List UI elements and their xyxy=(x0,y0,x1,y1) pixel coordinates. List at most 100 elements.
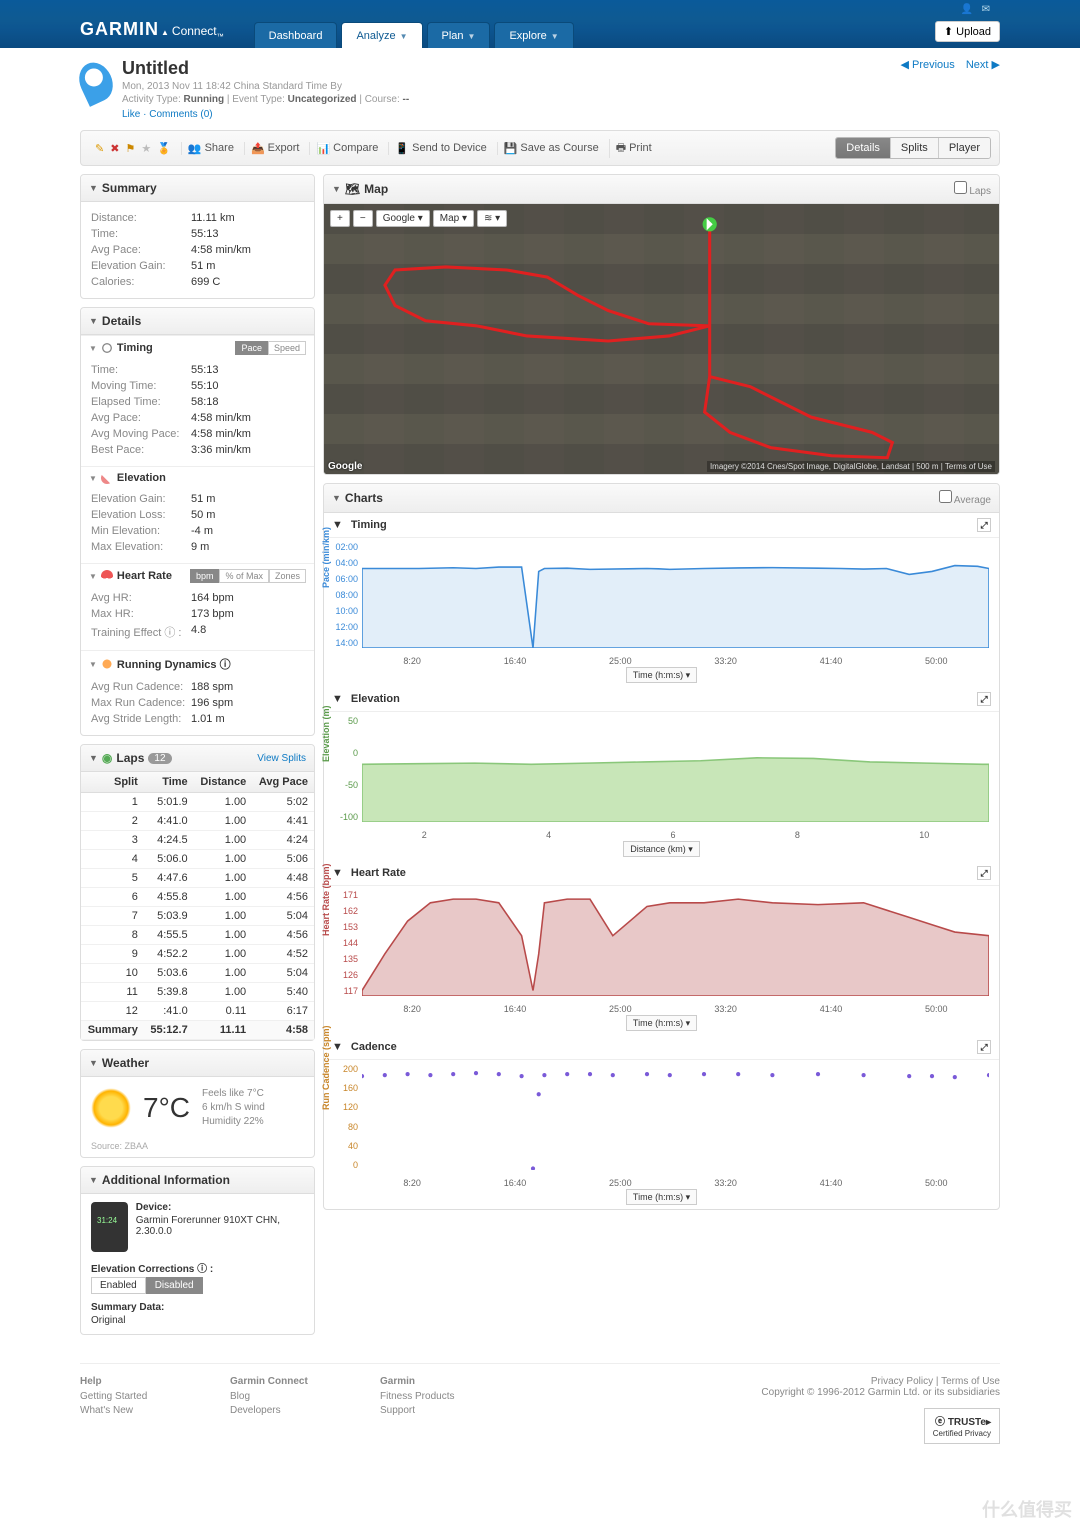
nav-explore[interactable]: Explore▼ xyxy=(494,22,573,48)
footer-help[interactable]: Help xyxy=(80,1376,230,1387)
badge-icon[interactable]: 🏅 xyxy=(157,142,171,155)
laps-col-header[interactable]: Avg Pace xyxy=(252,772,314,793)
lap-row[interactable]: 45:06.01.005:06 xyxy=(81,850,314,869)
zones-tab[interactable]: Zones xyxy=(269,569,306,583)
map-type-button[interactable]: Map ▾ xyxy=(433,210,474,227)
bpm-tab[interactable]: bpm xyxy=(190,569,220,583)
flag-icon[interactable]: ⚑ xyxy=(125,142,135,155)
footer-whats-new[interactable]: What's New xyxy=(80,1405,230,1416)
stat-label: Elevation Loss: xyxy=(91,509,191,521)
map-icon: 🗺 xyxy=(345,182,360,196)
lap-row[interactable]: 84:55.51.004:56 xyxy=(81,926,314,945)
nav-analyze[interactable]: Analyze▼ xyxy=(341,22,422,48)
lap-row[interactable]: 15:01.91.005:02 xyxy=(81,793,314,812)
zoom-out-button[interactable]: − xyxy=(353,210,373,227)
chart-header[interactable]: ▼ Heart Rate⤢ xyxy=(324,861,999,886)
lap-row[interactable]: 54:47.61.004:48 xyxy=(81,869,314,888)
footer-terms[interactable]: Terms of Use xyxy=(941,1376,1000,1387)
stat-label: Avg Stride Length: xyxy=(91,713,191,725)
watermark: 什么值得买 xyxy=(982,1496,1072,1522)
pctmax-tab[interactable]: % of Max xyxy=(219,569,269,583)
expand-chart-icon[interactable]: ⤢ xyxy=(977,518,991,532)
compare-button[interactable]: 📊 Compare xyxy=(316,142,378,155)
star-icon[interactable]: ★ xyxy=(141,142,151,155)
average-checkbox[interactable] xyxy=(939,490,952,503)
expand-chart-icon[interactable]: ⤢ xyxy=(977,692,991,706)
chart-timing[interactable]: Pace (min/km)02:0004:0006:0008:0010:0012… xyxy=(324,538,999,668)
timing-subheader[interactable]: ▼ Timing PaceSpeed xyxy=(81,335,314,360)
stat-label: Elevation Gain: xyxy=(91,493,191,505)
footer-privacy[interactable]: Privacy Policy xyxy=(871,1376,933,1387)
user-icons[interactable]: 👤 ✉ xyxy=(961,4,990,15)
nav-dashboard[interactable]: Dashboard xyxy=(254,22,338,48)
hr-subheader[interactable]: ▼ Heart Rate bpm% of MaxZones xyxy=(81,563,314,588)
activity-date: Mon, 2013 Nov 11 18:42 China Standard Ti… xyxy=(122,81,409,92)
footer-getting-started[interactable]: Getting Started xyxy=(80,1391,230,1402)
laps-col-header[interactable]: Split xyxy=(81,772,144,793)
lap-row[interactable]: 105:03.61.005:04 xyxy=(81,964,314,983)
zoom-in-button[interactable]: + xyxy=(330,210,350,227)
chart-header[interactable]: ▼ Timing⤢ xyxy=(324,513,999,538)
lap-row[interactable]: 34:24.51.004:24 xyxy=(81,831,314,850)
view-player-tab[interactable]: Player xyxy=(938,138,990,158)
upload-button[interactable]: ⬆ Upload xyxy=(935,21,1000,42)
footer-fitness[interactable]: Fitness Products xyxy=(380,1391,530,1402)
footer-gc[interactable]: Garmin Connect xyxy=(230,1376,380,1387)
dynamics-subheader[interactable]: ▼ Running Dynamics ⓘ xyxy=(81,650,314,677)
nav-plan[interactable]: Plan▼ xyxy=(427,22,491,48)
footer-support[interactable]: Support xyxy=(380,1405,530,1416)
view-details-tab[interactable]: Details xyxy=(836,138,890,158)
stat-label: Max HR: xyxy=(91,608,191,620)
footer-developers[interactable]: Developers xyxy=(230,1405,380,1416)
truste-badge[interactable]: ⓔ TRUSTe▸Certified Privacy xyxy=(924,1408,1000,1444)
stat-value: -4 m xyxy=(191,525,213,537)
next-activity[interactable]: Next ▶ xyxy=(966,59,1000,71)
lap-row[interactable]: 12:41.00.116:17 xyxy=(81,1002,314,1021)
additional-info-panel: ▼Additional Information Device: Garmin F… xyxy=(80,1166,315,1335)
delete-icon[interactable]: ✖ xyxy=(110,142,119,155)
summary-title: Summary xyxy=(102,181,157,195)
print-button[interactable]: 🖶 Print xyxy=(616,139,652,158)
summary-data-label: Summary Data: xyxy=(91,1302,304,1313)
stat-value: 11.11 km xyxy=(191,212,235,224)
map-google-button[interactable]: Google ▾ xyxy=(376,210,430,227)
elev-enabled-btn[interactable]: Enabled xyxy=(91,1277,146,1294)
addl-title: Additional Information xyxy=(102,1173,230,1187)
save-course-button[interactable]: 💾 Save as Course xyxy=(504,142,599,155)
lap-row[interactable]: 94:52.21.004:52 xyxy=(81,945,314,964)
stat-label: Training Effect ⓘ : xyxy=(91,624,191,640)
expand-chart-icon[interactable]: ⤢ xyxy=(977,1040,991,1054)
speed-tab[interactable]: Speed xyxy=(268,341,306,355)
activity-social[interactable]: Like · Comments (0) xyxy=(122,109,409,120)
export-button[interactable]: 📤 Export xyxy=(251,142,300,155)
map-view[interactable]: + − Google ▾ Map ▾ ≋ ▾ Google Imagery ©2… xyxy=(324,204,999,474)
send-device-button[interactable]: 📱 Send to Device xyxy=(395,142,486,155)
pace-tab[interactable]: Pace xyxy=(235,341,268,355)
footer-blog[interactable]: Blog xyxy=(230,1391,380,1402)
map-layers-button[interactable]: ≋ ▾ xyxy=(477,210,507,227)
chart-header[interactable]: ▼ Cadence⤢ xyxy=(324,1035,999,1060)
map-laps-checkbox[interactable] xyxy=(954,181,967,194)
laps-col-header[interactable]: Time xyxy=(144,772,194,793)
chart-elevation[interactable]: Elevation (m)500-50-100246810 xyxy=(324,712,999,842)
elevation-subheader[interactable]: ▼ Elevation xyxy=(81,466,314,489)
lap-row[interactable]: 64:55.81.004:56 xyxy=(81,888,314,907)
footer-garmin[interactable]: Garmin xyxy=(380,1376,530,1387)
laps-col-header[interactable]: Distance xyxy=(194,772,253,793)
chart-heart-rate[interactable]: Heart Rate (bpm)1711621531441351261178:2… xyxy=(324,886,999,1016)
garmin-logo[interactable]: GARMIN▲ Connect™ xyxy=(80,19,224,48)
map-title: Map xyxy=(364,182,388,196)
view-splits-tab[interactable]: Splits xyxy=(890,138,938,158)
prev-activity[interactable]: ◀ Previous xyxy=(900,59,954,71)
lap-row[interactable]: 75:03.91.005:04 xyxy=(81,907,314,926)
expand-chart-icon[interactable]: ⤢ xyxy=(977,866,991,880)
chart-cadence[interactable]: Run Cadence (spm)200160120804008:2016:40… xyxy=(324,1060,999,1190)
edit-icon[interactable]: ✎ xyxy=(95,142,104,155)
view-splits-link[interactable]: View Splits xyxy=(257,753,306,764)
share-button[interactable]: 👥 Share xyxy=(188,142,234,155)
chart-header[interactable]: ▼ Elevation⤢ xyxy=(324,687,999,712)
stat-label: Best Pace: xyxy=(91,444,191,456)
elev-disabled-btn[interactable]: Disabled xyxy=(146,1277,203,1294)
lap-row[interactable]: 24:41.01.004:41 xyxy=(81,812,314,831)
lap-row[interactable]: 115:39.81.005:40 xyxy=(81,983,314,1002)
